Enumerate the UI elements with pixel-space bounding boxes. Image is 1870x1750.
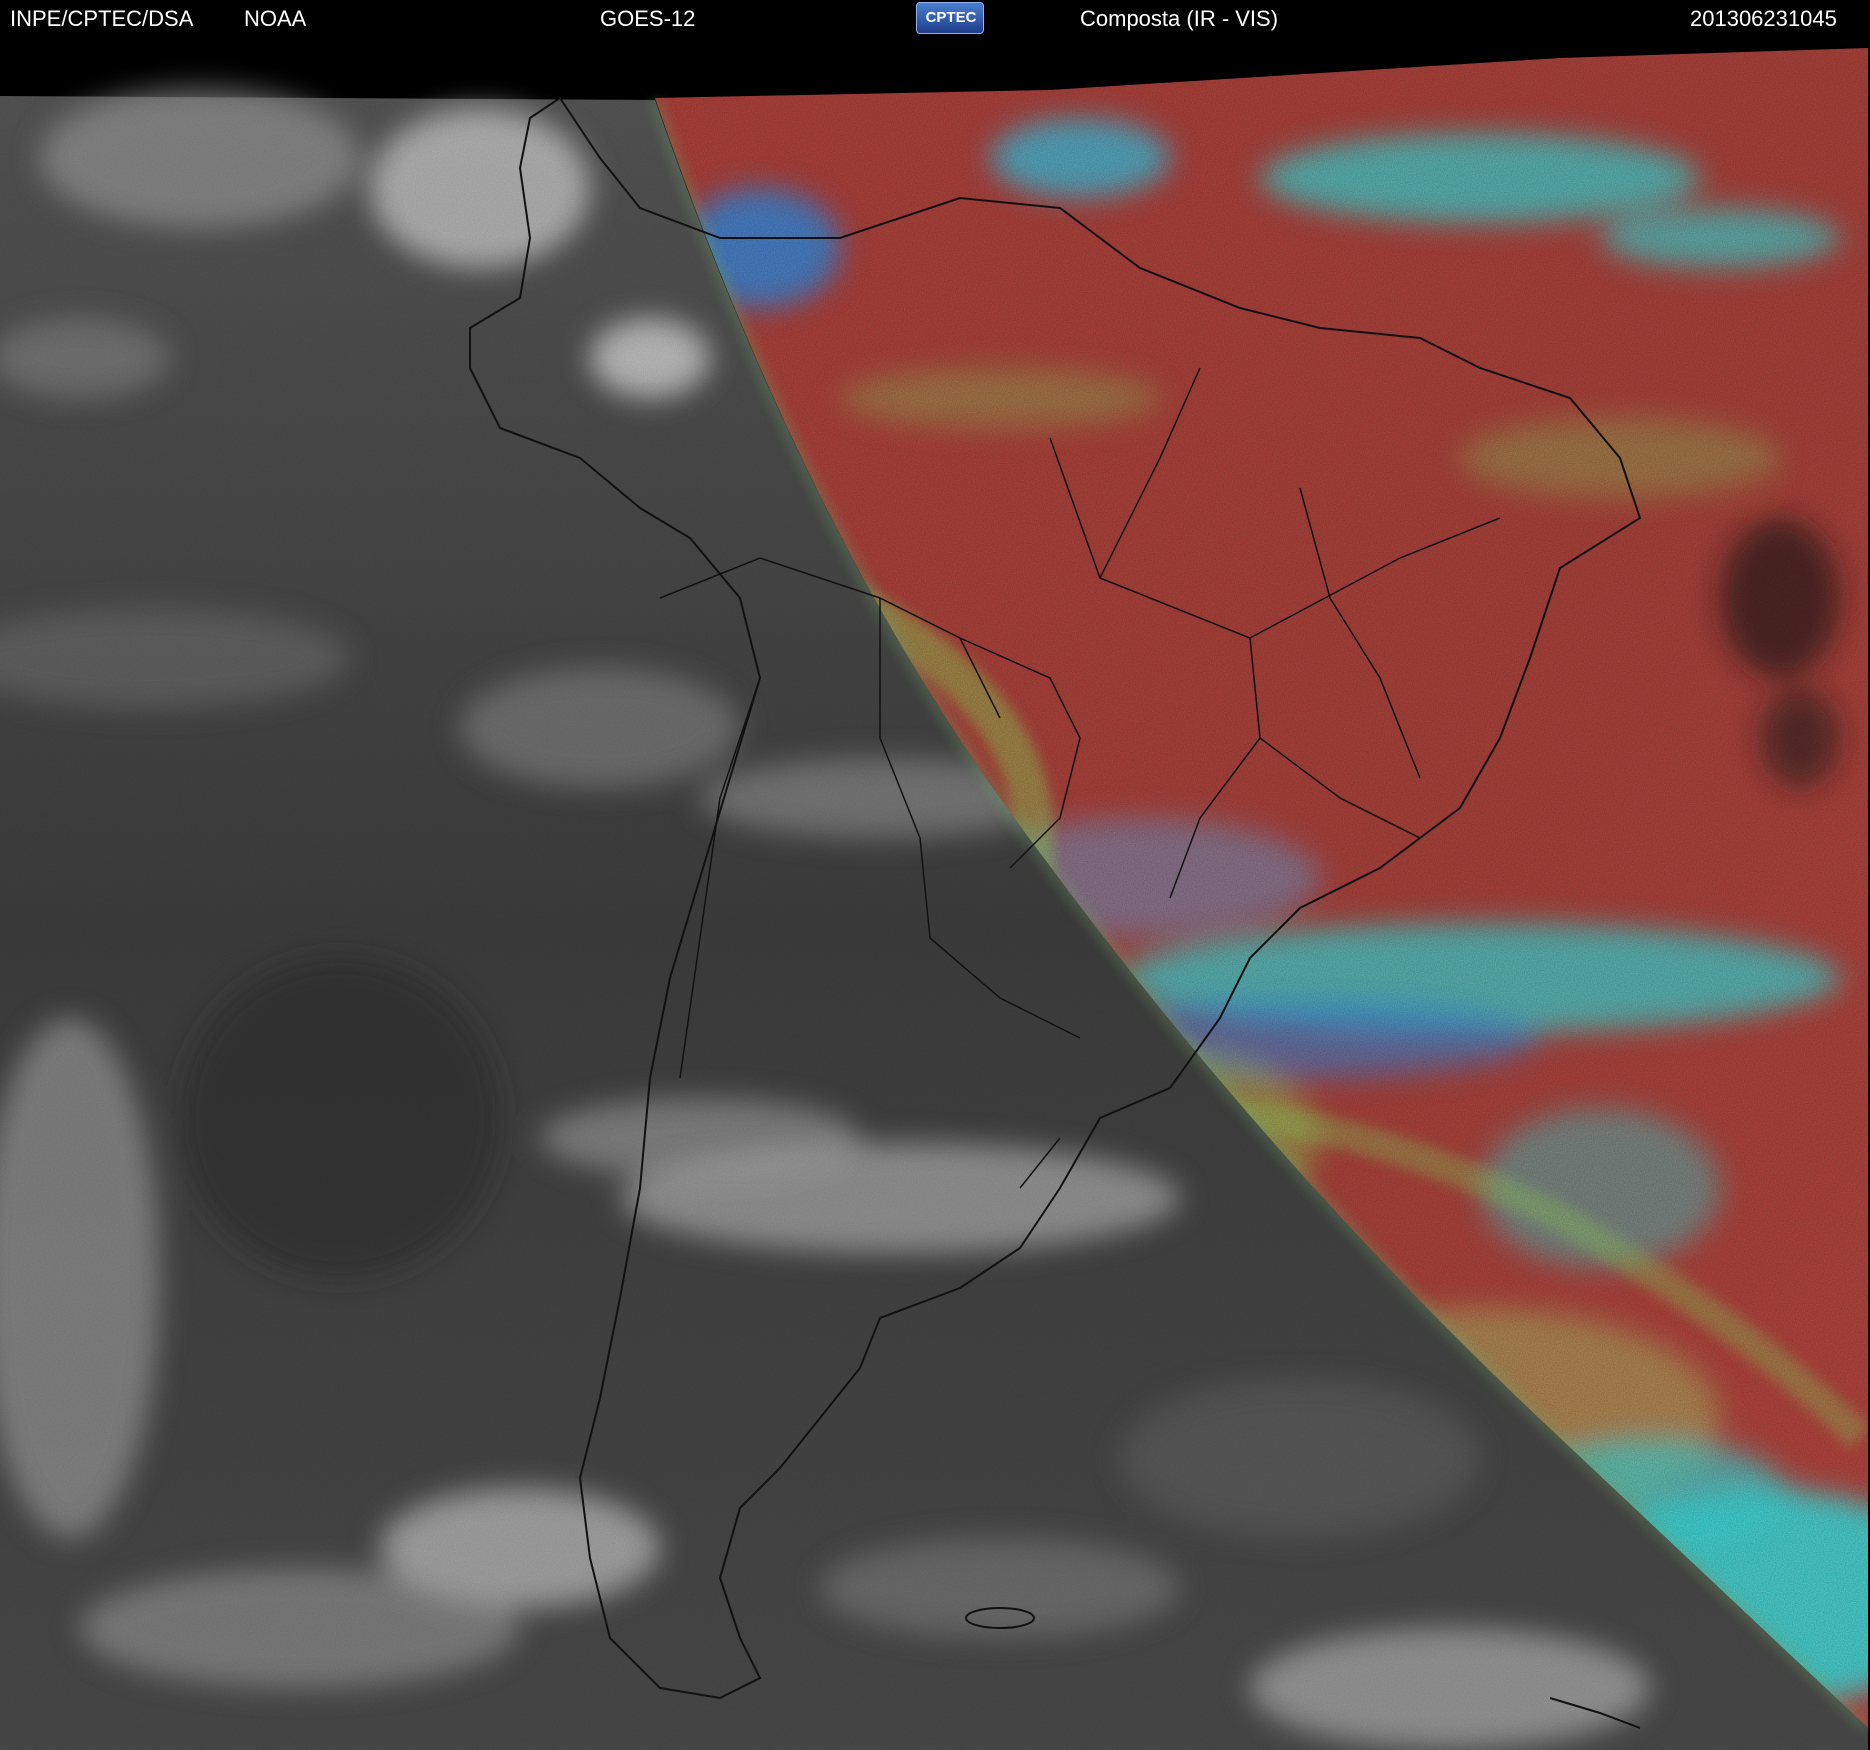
product-label: Composta (IR - VIS) <box>1080 6 1279 31</box>
agency-label: NOAA <box>244 6 307 31</box>
logo-text: CPTEC <box>925 9 977 26</box>
header-bar: INPE/CPTEC/DSA NOAA GOES-12 CPTEC Compos… <box>0 0 1870 38</box>
satellite-label: GOES-12 <box>600 6 696 31</box>
cptec-logo-icon: CPTEC <box>916 2 984 34</box>
source-label: INPE/CPTEC/DSA <box>10 6 194 31</box>
timestamp-label: 201306231045 <box>1690 6 1837 31</box>
satellite-map <box>0 38 1870 1750</box>
